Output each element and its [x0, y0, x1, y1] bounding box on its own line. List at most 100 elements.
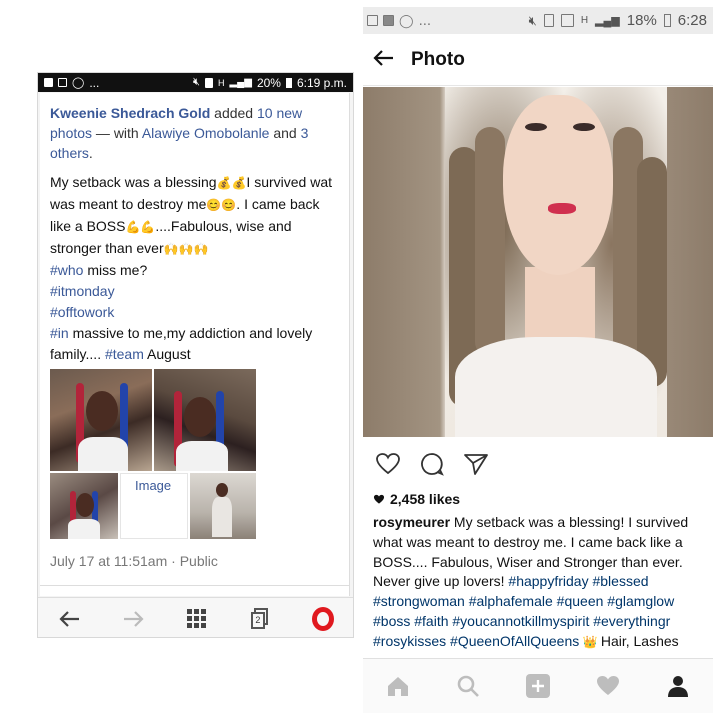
crown-emoji: 👑: [579, 634, 601, 649]
body-line-5: #who miss me?: [50, 260, 345, 281]
tabs-count: 2: [250, 611, 265, 629]
image-icon: [58, 78, 67, 87]
profile-icon[interactable]: [663, 671, 693, 701]
body-text: family....: [50, 346, 102, 362]
body-line-2: was meant to destroy me😊😊. I came back: [50, 194, 345, 216]
post-meta: July 17 at 11:51am · Public: [50, 553, 218, 569]
added-text: added: [210, 105, 257, 121]
status-bar-left: ◯ ... 🔇︎ H ▂▄▆ 20% 6:19 p.m.: [38, 73, 353, 92]
back-arrow-icon[interactable]: [56, 605, 84, 633]
caption-line-2: what was meant to destroy me. I came bac…: [373, 533, 713, 553]
hashtag-itmonday[interactable]: #itmonday: [50, 283, 115, 299]
hashtag-offtowork[interactable]: #offtowork: [50, 304, 114, 320]
body-text: miss me?: [83, 262, 148, 278]
photo-thumbnail-5[interactable]: [190, 473, 256, 539]
caption-text: Never give up lovers!: [373, 573, 509, 590]
caption-text: My setback was a blessing! I survived: [450, 514, 689, 530]
hashtag-everything[interactable]: #everythingr: [593, 613, 670, 629]
body-line-1: My setback was a blessing💰💰I survived wa…: [50, 172, 345, 194]
body-text: stronger than ever: [50, 240, 164, 256]
caption-line-7: #rosykisses #QueenOfAllQueens 👑 Hair, La…: [373, 632, 713, 653]
hashtag-happyfriday[interactable]: #happyfriday: [508, 573, 588, 589]
body-line-8: #in massive to me,my addiction and lovel…: [50, 323, 345, 344]
privacy-label: Public: [179, 553, 218, 569]
meta-separator: ·: [167, 553, 180, 569]
heart-icon[interactable]: [373, 449, 403, 479]
network-type: H: [580, 15, 589, 26]
facebook-post: Kweenie Shedrach Gold added 10 new photo…: [40, 93, 350, 596]
mute-icon: 🔇︎: [528, 12, 537, 28]
caption-line-1: rosymeurer My setback was a blessing! I …: [373, 513, 713, 533]
signal-icon: ▂▄▆: [229, 77, 252, 88]
tabs-icon[interactable]: 2: [246, 605, 274, 633]
photo-subject: [445, 87, 667, 437]
with-text: — with: [92, 125, 142, 141]
post-photo[interactable]: [363, 87, 713, 437]
facebook-icon: [383, 15, 394, 26]
divider: [40, 585, 350, 586]
body-line-3: like a BOSS💪💪....Fabulous, wise and: [50, 216, 345, 238]
hashtag-strongwoman[interactable]: #strongwoman: [373, 593, 465, 609]
post-header: Kweenie Shedrach Gold added 10 new photo…: [50, 103, 340, 163]
muscle-emoji: 💪💪: [125, 220, 156, 234]
and-text: and: [269, 125, 301, 141]
body-text: ....Fabulous, wise and: [155, 218, 292, 234]
hashtag-team[interactable]: #team: [105, 346, 144, 362]
hashtag-who[interactable]: #who: [50, 262, 83, 278]
body-text: I survived wat: [246, 174, 333, 190]
home-icon[interactable]: [383, 671, 413, 701]
hashtag-queenofallqueens[interactable]: #QueenOfAllQueens: [450, 633, 579, 649]
caption-line-6: #boss #faith #youcannotkillmyspirit #eve…: [373, 612, 713, 632]
photo-thumbnail-3[interactable]: [50, 473, 118, 539]
comment-icon[interactable]: [417, 449, 447, 479]
hashtag-boss[interactable]: #boss: [373, 613, 410, 629]
tagged-user-link[interactable]: Alawiye Omobolanle: [142, 125, 270, 141]
username[interactable]: rosymeurer: [373, 514, 450, 530]
back-arrow-icon[interactable]: [363, 46, 411, 74]
hashtag-youcannotkillmyspirit[interactable]: #youcannotkillmyspirit: [452, 613, 589, 629]
hashtag-blessed[interactable]: #blessed: [592, 573, 648, 589]
add-post-icon[interactable]: [523, 671, 553, 701]
battery-percent: 18%: [626, 12, 657, 29]
forward-arrow-icon[interactable]: [119, 605, 147, 633]
body-text: massive to me,my addiction and lovely: [68, 325, 313, 341]
caption-text: what was meant to destroy me. I came bac…: [373, 533, 683, 550]
caption-line-3: BOSS.... Fabulous, Wiser and Stronger th…: [373, 553, 713, 573]
signal-box-icon: [560, 14, 574, 27]
photo-thumbnail-1[interactable]: [50, 369, 152, 471]
hashtag-alphafemale[interactable]: #alphafemale: [469, 593, 553, 609]
heart-filled-icon: [373, 494, 385, 504]
share-send-icon[interactable]: [461, 449, 491, 479]
post-actions: [363, 447, 713, 481]
hashtag-rosykisses[interactable]: #rosykisses: [373, 633, 446, 649]
activity-heart-icon[interactable]: [593, 671, 623, 701]
photo-thumbnail-2[interactable]: [154, 369, 256, 471]
hashtag-faith[interactable]: #faith: [414, 613, 448, 629]
mute-icon: 🔇︎: [193, 76, 200, 88]
hashtag-queen[interactable]: #queen: [557, 593, 604, 609]
battery-icon: [285, 77, 292, 88]
caption-text: Hair, Lashes: [600, 632, 679, 649]
search-icon[interactable]: [453, 671, 483, 701]
post-timestamp[interactable]: July 17 at 11:51am: [50, 553, 167, 569]
opera-menu-icon[interactable]: [309, 605, 337, 633]
speed-dial-grid-icon[interactable]: [182, 605, 210, 633]
photo-thumbnail-4[interactable]: Image: [120, 473, 188, 539]
facebook-icon: [44, 78, 53, 87]
post-caption: rosymeurer My setback was a blessing! I …: [373, 513, 713, 653]
body-line-4: stronger than ever🙌🙌🙌: [50, 238, 345, 260]
hashtag-glamglow[interactable]: #glamglow: [607, 593, 674, 609]
lips: [548, 203, 576, 214]
clock: 6:19 p.m.: [296, 75, 347, 90]
photo-grid: Image: [50, 369, 256, 539]
body-text: like a BOSS: [50, 218, 126, 234]
facebook-phone-screen: ◯ ... 🔇︎ H ▂▄▆ 20% 6:19 p.m. Kweenie She…: [37, 72, 354, 638]
page-title: Photo: [411, 48, 465, 70]
whatsapp-icon: ◯: [399, 12, 414, 28]
browser-bottom-nav: 2: [38, 597, 353, 637]
sim-icon: [204, 77, 213, 88]
hashtag-in[interactable]: #in: [50, 325, 69, 341]
post-author[interactable]: Kweenie Shedrach Gold: [50, 105, 210, 121]
likes-count[interactable]: 2,458 likes: [373, 491, 460, 507]
body-line-7: #offtowork: [50, 302, 345, 323]
